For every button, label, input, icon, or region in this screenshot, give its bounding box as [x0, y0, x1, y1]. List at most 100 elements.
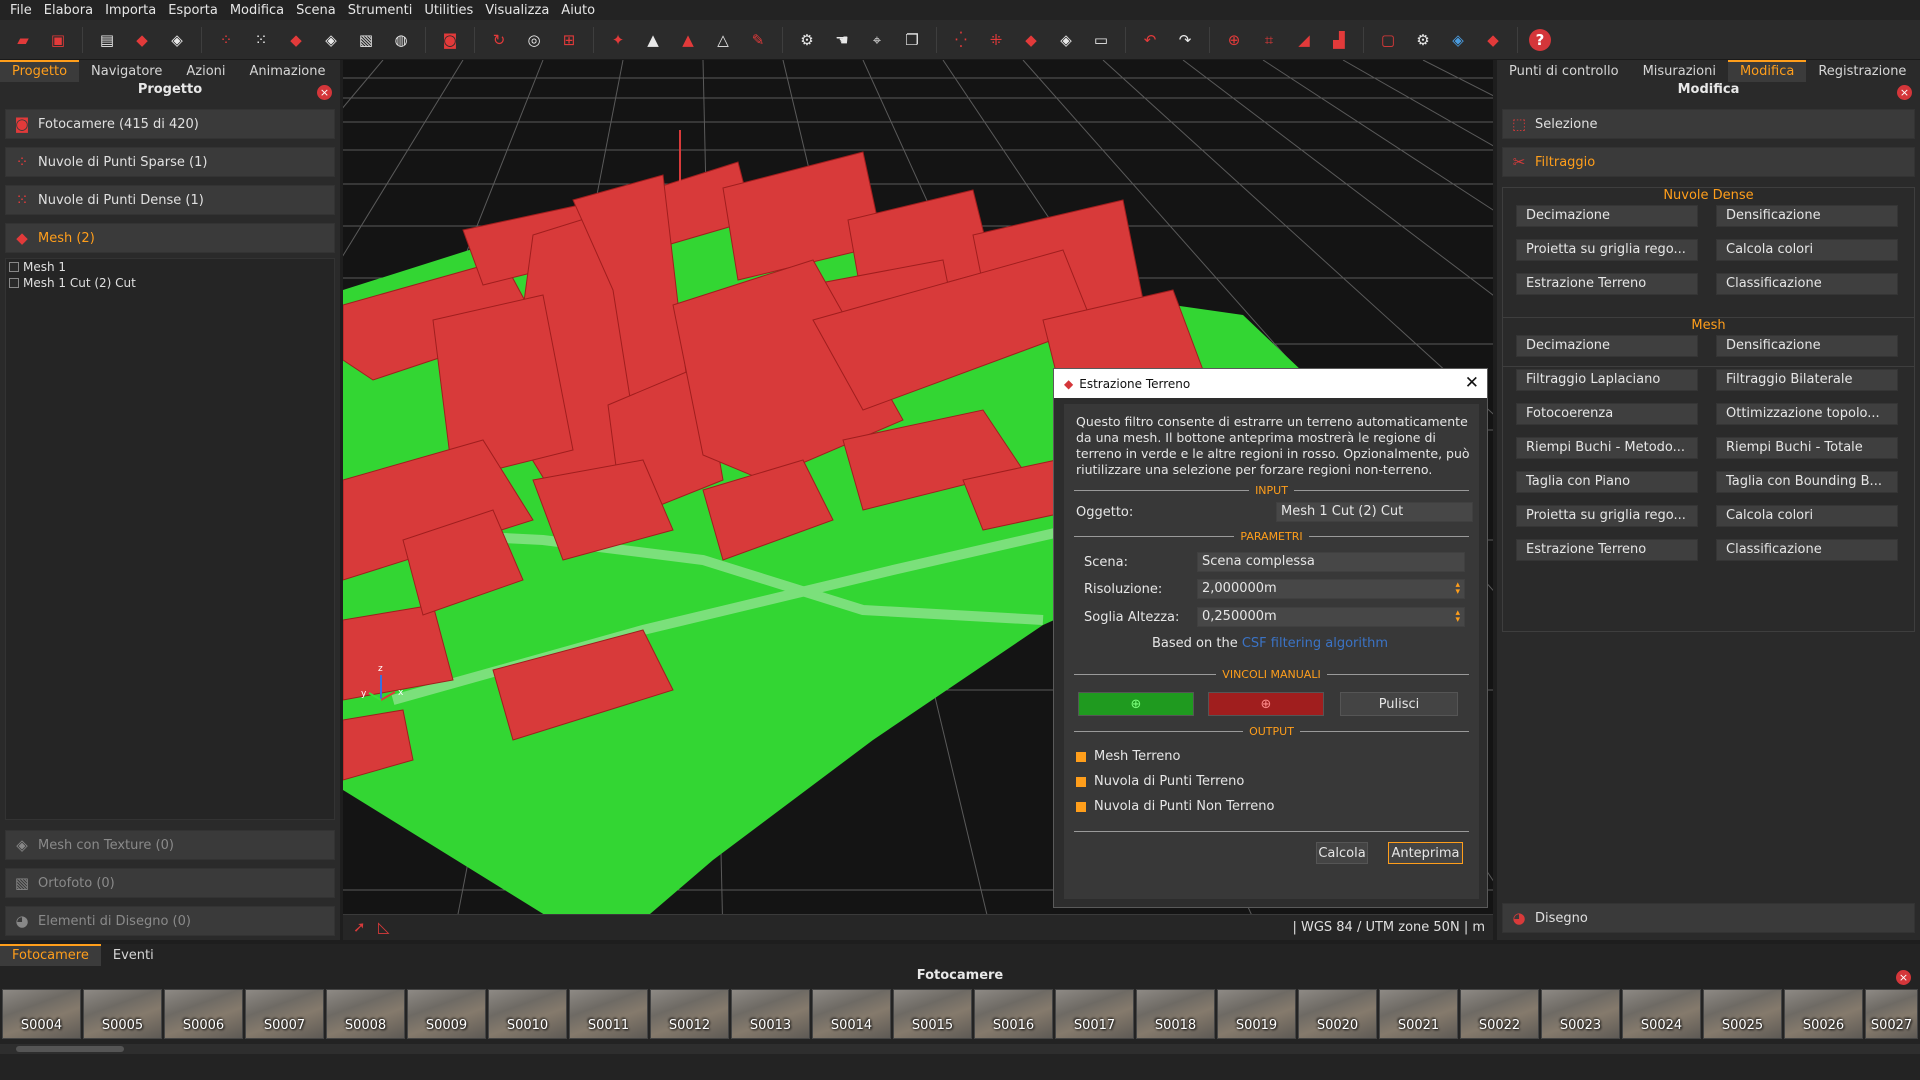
tab-measurements[interactable]: Misurazioni: [1631, 62, 1728, 82]
camera-thumbnail[interactable]: S0008: [326, 989, 405, 1039]
camera-thumbnail[interactable]: S0024: [1622, 989, 1701, 1039]
cube-red-icon[interactable]: ◆: [129, 27, 155, 53]
close-panel-icon[interactable]: ×: [317, 85, 332, 100]
row-meshes[interactable]: ◆ Mesh (2): [5, 223, 335, 253]
dense-project-grid-button[interactable]: Proietta su griglia rego...: [1516, 239, 1698, 261]
texture-icon[interactable]: ◈: [318, 27, 344, 53]
crop-icon[interactable]: ⌗: [1256, 27, 1282, 53]
tab-registration[interactable]: Registrazione: [1806, 62, 1918, 82]
menu-importa[interactable]: Importa: [99, 3, 162, 18]
menu-elabora[interactable]: Elabora: [38, 3, 99, 18]
select-point-icon[interactable]: ⌖: [864, 27, 890, 53]
mesh-icon[interactable]: ◆: [283, 27, 309, 53]
output-mesh-terrain[interactable]: Mesh Terreno: [1076, 749, 1180, 764]
mesh-cut-plane-button[interactable]: Taglia con Piano: [1516, 471, 1698, 493]
camera-thumbnail[interactable]: S0005: [83, 989, 162, 1039]
mesh-decimation-button[interactable]: Decimazione: [1516, 335, 1698, 357]
spinner-icon[interactable]: ▴ ▾: [1455, 581, 1460, 597]
camera-thumbnail[interactable]: S0023: [1541, 989, 1620, 1039]
camera-thumbnail[interactable]: S0025: [1703, 989, 1782, 1039]
select-arrow-icon[interactable]: ➚: [353, 918, 366, 936]
checkbox[interactable]: [1076, 751, 1086, 762]
logo-cube-icon[interactable]: ◈: [1445, 27, 1471, 53]
menu-esporta[interactable]: Esporta: [162, 3, 224, 18]
robot-icon[interactable]: ⚙: [794, 27, 820, 53]
mesh-compute-colors-button[interactable]: Calcola colori: [1716, 505, 1898, 527]
triangle-solid-icon[interactable]: ▲: [640, 27, 666, 53]
scene-select[interactable]: Scena complessa: [1197, 552, 1465, 572]
mesh-terrain-extraction-button[interactable]: Estrazione Terreno: [1516, 539, 1698, 561]
camera-icon[interactable]: ◙: [437, 27, 463, 53]
tab-azioni[interactable]: Azioni: [174, 62, 237, 82]
camera-thumbnail[interactable]: S0017: [1055, 989, 1134, 1039]
sparse-cloud-icon[interactable]: ⁘: [213, 27, 239, 53]
open-project-icon[interactable]: ▰: [10, 27, 36, 53]
camera-thumbnail[interactable]: S0006: [164, 989, 243, 1039]
film-icon[interactable]: ▤: [94, 27, 120, 53]
chart-icon[interactable]: ▟: [1326, 27, 1352, 53]
camera-thumbnail[interactable]: S0007: [245, 989, 324, 1039]
menu-modifica[interactable]: Modifica: [224, 3, 290, 18]
checkbox[interactable]: [1076, 776, 1086, 787]
dense-densify-button[interactable]: Densificazione: [1716, 205, 1898, 227]
camera-thumbnail[interactable]: S0018: [1136, 989, 1215, 1039]
camera-thumbnail[interactable]: S0014: [812, 989, 891, 1039]
pointer-icon[interactable]: ☚: [829, 27, 855, 53]
list-item[interactable]: Mesh 1: [6, 259, 334, 275]
menu-aiuto[interactable]: Aiuto: [555, 3, 601, 18]
list-item[interactable]: Mesh 1 Cut (2) Cut: [6, 275, 334, 291]
camera-thumbnail[interactable]: S0004: [2, 989, 81, 1039]
triangle-red-icon[interactable]: ▲: [675, 27, 701, 53]
camera-thumbnail[interactable]: S0011: [569, 989, 648, 1039]
row-sparse-clouds[interactable]: ⁘ Nuvole di Punti Sparse (1): [5, 147, 335, 177]
gizmo-icon[interactable]: ⊕: [1221, 27, 1247, 53]
menu-scena[interactable]: Scena: [290, 3, 342, 18]
object-select[interactable]: Mesh 1 Cut (2) Cut: [1276, 502, 1473, 522]
camera-thumbnail[interactable]: S0026: [1784, 989, 1863, 1039]
add-non-terrain-button[interactable]: ⊕: [1208, 692, 1324, 716]
mesh-fill-holes-method-button[interactable]: Riempi Buchi - Metodo...: [1516, 437, 1698, 459]
camera-thumbnail[interactable]: S0027: [1865, 989, 1918, 1039]
triangle-outline-icon[interactable]: △: [710, 27, 736, 53]
clear-button[interactable]: Pulisci: [1340, 692, 1458, 716]
menu-strumenti[interactable]: Strumenti: [342, 3, 419, 18]
cube-icon[interactable]: ◈: [164, 27, 190, 53]
orbit-icon[interactable]: ◎: [521, 27, 547, 53]
dense-cloud-icon[interactable]: ⁙: [248, 27, 274, 53]
calculate-button[interactable]: Calcola: [1316, 842, 1368, 864]
tab-animazione[interactable]: Animazione: [238, 62, 338, 82]
tab-edit[interactable]: Modifica: [1727, 60, 1807, 82]
camera-thumbnail[interactable]: S0013: [731, 989, 810, 1039]
close-panel-icon[interactable]: ×: [1896, 970, 1911, 985]
ortho-icon[interactable]: ▧: [353, 27, 379, 53]
box-red-icon[interactable]: ◆: [1018, 27, 1044, 53]
algorithm-link[interactable]: CSF filtering algorithm: [1242, 636, 1388, 651]
dense-compute-colors-button[interactable]: Calcola colori: [1716, 239, 1898, 261]
row-filtering[interactable]: ✂ Filtraggio: [1502, 147, 1915, 177]
close-panel-icon[interactable]: ×: [1897, 85, 1912, 100]
camera-thumbnail[interactable]: S0012: [650, 989, 729, 1039]
output-non-terrain-cloud[interactable]: Nuvola di Punti Non Terreno: [1076, 799, 1274, 814]
tab-navigatore[interactable]: Navigatore: [79, 62, 174, 82]
boxes-icon[interactable]: ❐: [899, 27, 925, 53]
height-threshold-field[interactable]: 0,250000m ▴ ▾: [1197, 607, 1465, 627]
dense-terrain-extraction-button[interactable]: Estrazione Terreno: [1516, 273, 1698, 295]
row-drawing-elements[interactable]: ◕ Elementi di Disegno (0): [5, 906, 335, 936]
tab-events[interactable]: Eventi: [101, 946, 166, 966]
camera-thumbnail[interactable]: S0020: [1298, 989, 1377, 1039]
camera-thumbnail[interactable]: S0022: [1460, 989, 1539, 1039]
scrollbar-thumb[interactable]: [16, 1046, 124, 1052]
mesh-bilateral-button[interactable]: Filtraggio Bilaterale: [1716, 369, 1898, 391]
spinner-icon[interactable]: ▴ ▾: [1455, 609, 1460, 625]
measure-icon[interactable]: ◺: [378, 918, 390, 936]
camera-thumbnail[interactable]: S0015: [893, 989, 972, 1039]
ruler-icon[interactable]: ◢: [1291, 27, 1317, 53]
mesh-photoconsistency-button[interactable]: Fotocoerenza: [1516, 403, 1698, 425]
logo-red-icon[interactable]: ◆: [1480, 27, 1506, 53]
tab-cameras[interactable]: Fotocamere: [0, 944, 101, 966]
camera-thumbnail[interactable]: S0019: [1217, 989, 1296, 1039]
checkbox[interactable]: [9, 262, 19, 272]
row-drawing[interactable]: ◕ Disegno: [1502, 903, 1915, 933]
screen-icon[interactable]: ▭: [1088, 27, 1114, 53]
settings-icon[interactable]: ⚙: [1410, 27, 1436, 53]
